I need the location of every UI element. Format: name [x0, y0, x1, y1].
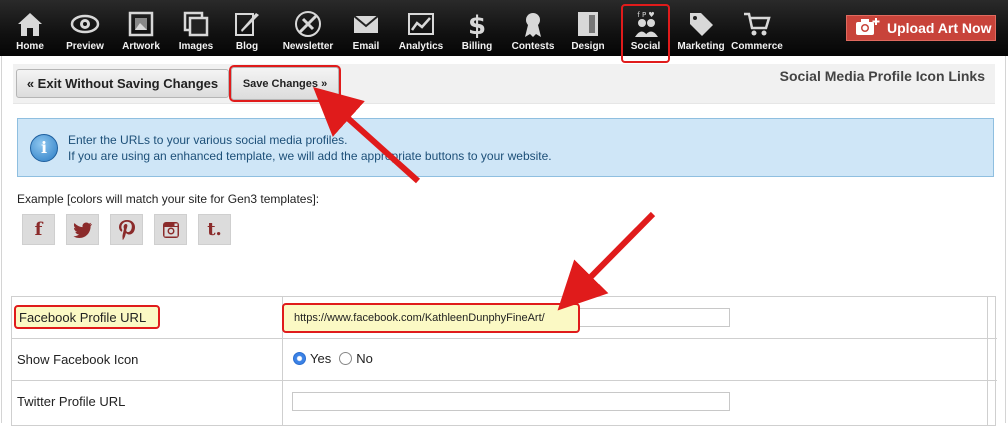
- page-border-left: [1, 56, 2, 423]
- people-icon: f P ♥: [630, 8, 662, 40]
- no-label: No: [356, 351, 373, 366]
- nav-item-images[interactable]: Images: [174, 0, 218, 56]
- nav-item-blog[interactable]: Blog: [228, 0, 266, 56]
- info-text: Enter the URLs to your various social me…: [68, 132, 552, 164]
- nav-item-newsletter[interactable]: Newsletter: [278, 0, 338, 56]
- nav-label: Blog: [236, 41, 258, 52]
- chart-icon: [405, 8, 437, 40]
- nav-item-social[interactable]: f P ♥ Social: [621, 4, 670, 63]
- info-box: i Enter the URLs to your various social …: [17, 118, 994, 177]
- arrow-to-facebook-url: [566, 214, 653, 302]
- eye-icon: [69, 8, 101, 40]
- form-row-twitter-url: Twitter Profile URL: [12, 381, 997, 423]
- twitter-url-input[interactable]: [292, 392, 730, 411]
- layout-icon: [572, 8, 604, 40]
- social-links-form: Facebook Profile URL https://www.faceboo…: [11, 296, 996, 426]
- show-facebook-no-radio[interactable]: [339, 352, 352, 365]
- nav-item-billing[interactable]: $ Billing: [456, 0, 498, 56]
- nav-item-email[interactable]: Email: [346, 0, 386, 56]
- nav-label: Home: [16, 41, 44, 52]
- facebook-url-field[interactable]: https://www.facebook.com/KathleenDunphyF…: [282, 303, 580, 333]
- nav-item-home[interactable]: Home: [8, 0, 52, 56]
- page-border-right: [1005, 56, 1006, 423]
- yes-label: Yes: [310, 351, 331, 366]
- nav-label: Billing: [462, 41, 493, 52]
- nav-label: Images: [179, 41, 213, 52]
- nav-label: Preview: [66, 41, 104, 52]
- pinterest-icon: [110, 214, 143, 245]
- svg-text:f P ♥: f P ♥: [637, 11, 654, 19]
- facebook-url-value: https://www.facebook.com/KathleenDunphyF…: [294, 312, 545, 324]
- nav-label: Artwork: [122, 41, 160, 52]
- nav-label: Newsletter: [283, 41, 334, 52]
- form-row-facebook-url: Facebook Profile URL https://www.faceboo…: [12, 297, 997, 339]
- info-line-1: Enter the URLs to your various social me…: [68, 132, 552, 148]
- svg-text:$: $: [468, 11, 486, 39]
- nav-label: Marketing: [677, 41, 724, 52]
- nav-item-artwork[interactable]: Artwork: [118, 0, 164, 56]
- nav-label: Email: [353, 41, 380, 52]
- upload-art-label: Upload Art Now: [887, 20, 991, 36]
- nav-label: Commerce: [731, 41, 783, 52]
- tag-icon: [685, 8, 717, 40]
- nav-label: Design: [571, 41, 604, 52]
- upload-art-button[interactable]: Upload Art Now: [846, 15, 996, 41]
- info-line-2: If you are using an enhanced template, w…: [68, 148, 552, 164]
- form-row-show-facebook: Show Facebook Icon Yes No: [12, 339, 997, 381]
- nav-label: Analytics: [399, 41, 443, 52]
- example-social-icons: f t.: [22, 214, 231, 245]
- page-title: Social Media Profile Icon Links: [780, 68, 985, 84]
- envelope-icon: [350, 8, 382, 40]
- images-icon: [180, 8, 212, 40]
- action-toolbar: « Exit Without Saving Changes Save Chang…: [13, 64, 995, 104]
- show-facebook-label: Show Facebook Icon: [17, 352, 138, 367]
- facebook-icon: f: [22, 214, 55, 245]
- nav-label: Contests: [512, 41, 555, 52]
- example-label: Example [colors will match your site for…: [17, 192, 319, 206]
- facebook-url-label: Facebook Profile URL: [19, 310, 146, 325]
- nav-item-design[interactable]: Design: [566, 0, 610, 56]
- tumblr-icon: t.: [198, 214, 231, 245]
- nav-label: Social: [631, 41, 660, 52]
- home-icon: [14, 8, 46, 40]
- facebook-url-label-highlight: Facebook Profile URL: [14, 305, 160, 329]
- satellite-icon: [292, 8, 324, 40]
- quill-icon: [231, 8, 263, 40]
- info-icon: i: [30, 134, 58, 162]
- camera-plus-icon: [855, 17, 881, 40]
- twitter-icon: [66, 214, 99, 245]
- nav-item-commerce[interactable]: Commerce: [730, 0, 784, 56]
- top-nav-bar: Home Preview Artwork Images Blog Newslet…: [0, 0, 1008, 56]
- cart-icon: [741, 8, 773, 40]
- ribbon-icon: [517, 8, 549, 40]
- save-changes-button[interactable]: Save Changes »: [231, 67, 339, 100]
- nav-item-preview[interactable]: Preview: [62, 0, 108, 56]
- twitter-url-label: Twitter Profile URL: [17, 394, 125, 409]
- exit-without-saving-button[interactable]: « Exit Without Saving Changes: [16, 69, 229, 98]
- show-facebook-radio-group: Yes No: [293, 351, 373, 366]
- instagram-icon: [154, 214, 187, 245]
- nav-item-contests[interactable]: Contests: [508, 0, 558, 56]
- picture-frame-icon: [125, 8, 157, 40]
- tumblr-glyph: t.: [207, 219, 222, 240]
- nav-item-analytics[interactable]: Analytics: [394, 0, 448, 56]
- facebook-glyph: f: [35, 219, 43, 240]
- show-facebook-yes-radio[interactable]: [293, 352, 306, 365]
- nav-item-marketing[interactable]: Marketing: [676, 0, 726, 56]
- dollar-icon: $: [461, 8, 493, 40]
